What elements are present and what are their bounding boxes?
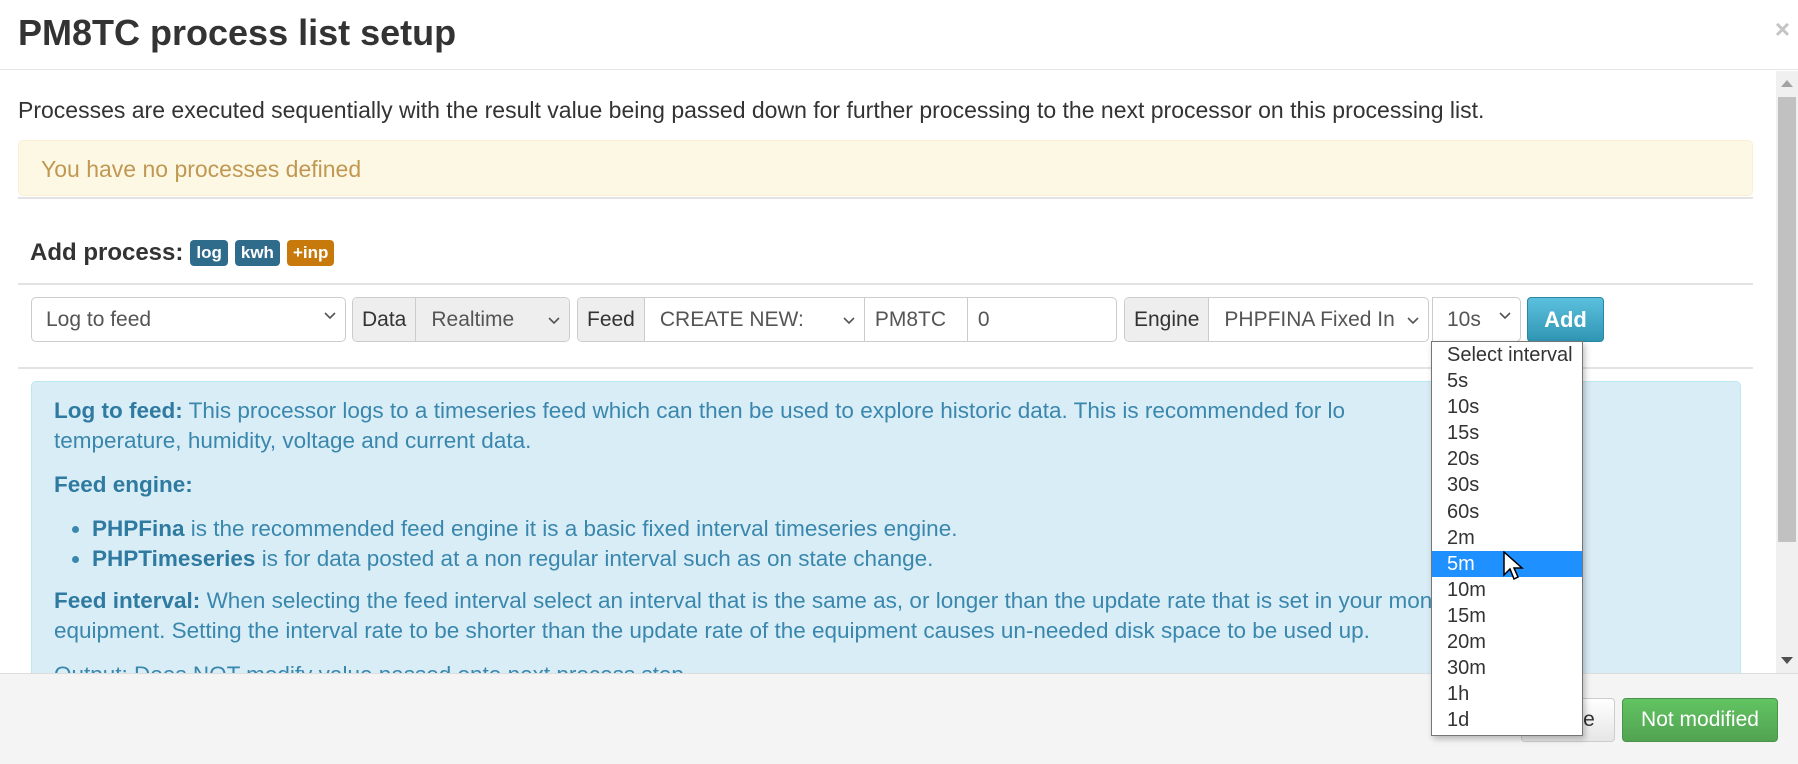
- engine-select[interactable]: PHPFINA Fixed In: [1209, 298, 1428, 341]
- add-process-label: Add process:: [30, 239, 184, 266]
- engine-text: is for data posted at a non regular inte…: [261, 546, 934, 571]
- scroll-up-arrow-icon[interactable]: [1781, 80, 1793, 87]
- scroll-down-arrow-icon[interactable]: [1781, 657, 1793, 664]
- modal-title: PM8TC process list setup: [18, 12, 457, 53]
- add-process-header: Add process: log kwh +inp: [30, 239, 335, 267]
- badge-inp[interactable]: +inp: [286, 240, 335, 266]
- feed-select[interactable]: CREATE NEW:: [645, 298, 865, 341]
- scrollbar-thumb[interactable]: [1778, 97, 1796, 542]
- scrollbar[interactable]: [1776, 71, 1798, 673]
- interval-option[interactable]: 15m: [1432, 603, 1582, 629]
- data-select-value: Realtime: [431, 307, 515, 331]
- engine-group: Engine PHPFINA Fixed In: [1124, 297, 1429, 342]
- interval-option[interactable]: 30m: [1432, 655, 1582, 681]
- badge-kwh[interactable]: kwh: [234, 240, 280, 266]
- interval-option[interactable]: 15s: [1432, 420, 1582, 446]
- badge-log[interactable]: log: [190, 240, 228, 266]
- close-icon[interactable]: ×: [1775, 14, 1790, 44]
- interval-option[interactable]: 1h: [1432, 681, 1582, 707]
- feed-interval-title: Feed interval:: [54, 588, 201, 613]
- feed-name-input[interactable]: 0: [968, 298, 1116, 341]
- no-processes-alert: You have no processes defined: [18, 140, 1753, 196]
- log-to-feed-title: Log to feed:: [54, 398, 183, 423]
- feed-select-value: CREATE NEW:: [659, 307, 804, 331]
- divider: [18, 283, 1753, 285]
- interval-option[interactable]: 30s: [1432, 472, 1582, 498]
- add-button[interactable]: Add: [1527, 297, 1604, 342]
- interval-option[interactable]: Select interval: [1432, 342, 1582, 368]
- engine-name: PHPTimeseries: [92, 546, 256, 571]
- mouse-cursor-icon: [1503, 551, 1524, 581]
- interval-option[interactable]: 5s: [1432, 368, 1582, 394]
- interval-select[interactable]: 10s: [1432, 297, 1521, 342]
- interval-select-value: 10s: [1447, 307, 1481, 331]
- data-select[interactable]: Realtime: [416, 298, 569, 341]
- interval-option[interactable]: 20s: [1432, 446, 1582, 472]
- chevron-down-icon: [1407, 317, 1419, 325]
- feed-group: Feed CREATE NEW: PM8TC 0: [577, 297, 1117, 342]
- feed-engine-title: Feed engine:: [54, 472, 193, 497]
- process-select-value: Log to feed: [46, 307, 152, 331]
- chevron-down-icon: [324, 312, 336, 320]
- engine-label: Engine: [1125, 298, 1210, 341]
- chevron-down-icon: [1499, 312, 1511, 320]
- feed-interval-text: When selecting the feed interval select …: [206, 588, 1494, 613]
- engine-select-value: PHPFINA Fixed In: [1224, 307, 1395, 331]
- data-group: Data Realtime: [352, 297, 570, 342]
- interval-option[interactable]: 1d: [1432, 707, 1582, 733]
- engine-text: is the recommended feed engine it is a b…: [190, 516, 958, 541]
- process-select[interactable]: Log to feed: [31, 297, 346, 342]
- data-label: Data: [353, 298, 417, 341]
- chevron-down-icon: [843, 317, 855, 325]
- feed-interval-text2: equipment. Setting the interval rate to …: [54, 618, 1370, 643]
- modal-header: PM8TC process list setup ×: [0, 0, 1798, 70]
- divider: [18, 197, 1753, 199]
- feed-tag-input[interactable]: PM8TC: [865, 298, 968, 341]
- save-button[interactable]: Not modified: [1622, 698, 1778, 742]
- engine-name: PHPFina: [92, 516, 185, 541]
- log-to-feed-text2: temperature, humidity, voltage and curre…: [54, 428, 532, 453]
- interval-option[interactable]: 10s: [1432, 394, 1582, 420]
- chevron-down-icon: [548, 317, 560, 325]
- interval-option[interactable]: 2m: [1432, 525, 1582, 551]
- log-to-feed-text: This processor logs to a timeseries feed…: [188, 398, 1346, 423]
- description-text: Processes are executed sequentially with…: [18, 97, 1485, 123]
- interval-dropdown-list[interactable]: Select interval 5s 10s 15s 20s 30s 60s 2m 5m 10m 1…: [1431, 341, 1583, 736]
- interval-option[interactable]: 20m: [1432, 629, 1582, 655]
- feed-label: Feed: [578, 298, 645, 341]
- interval-option[interactable]: 60s: [1432, 499, 1582, 525]
